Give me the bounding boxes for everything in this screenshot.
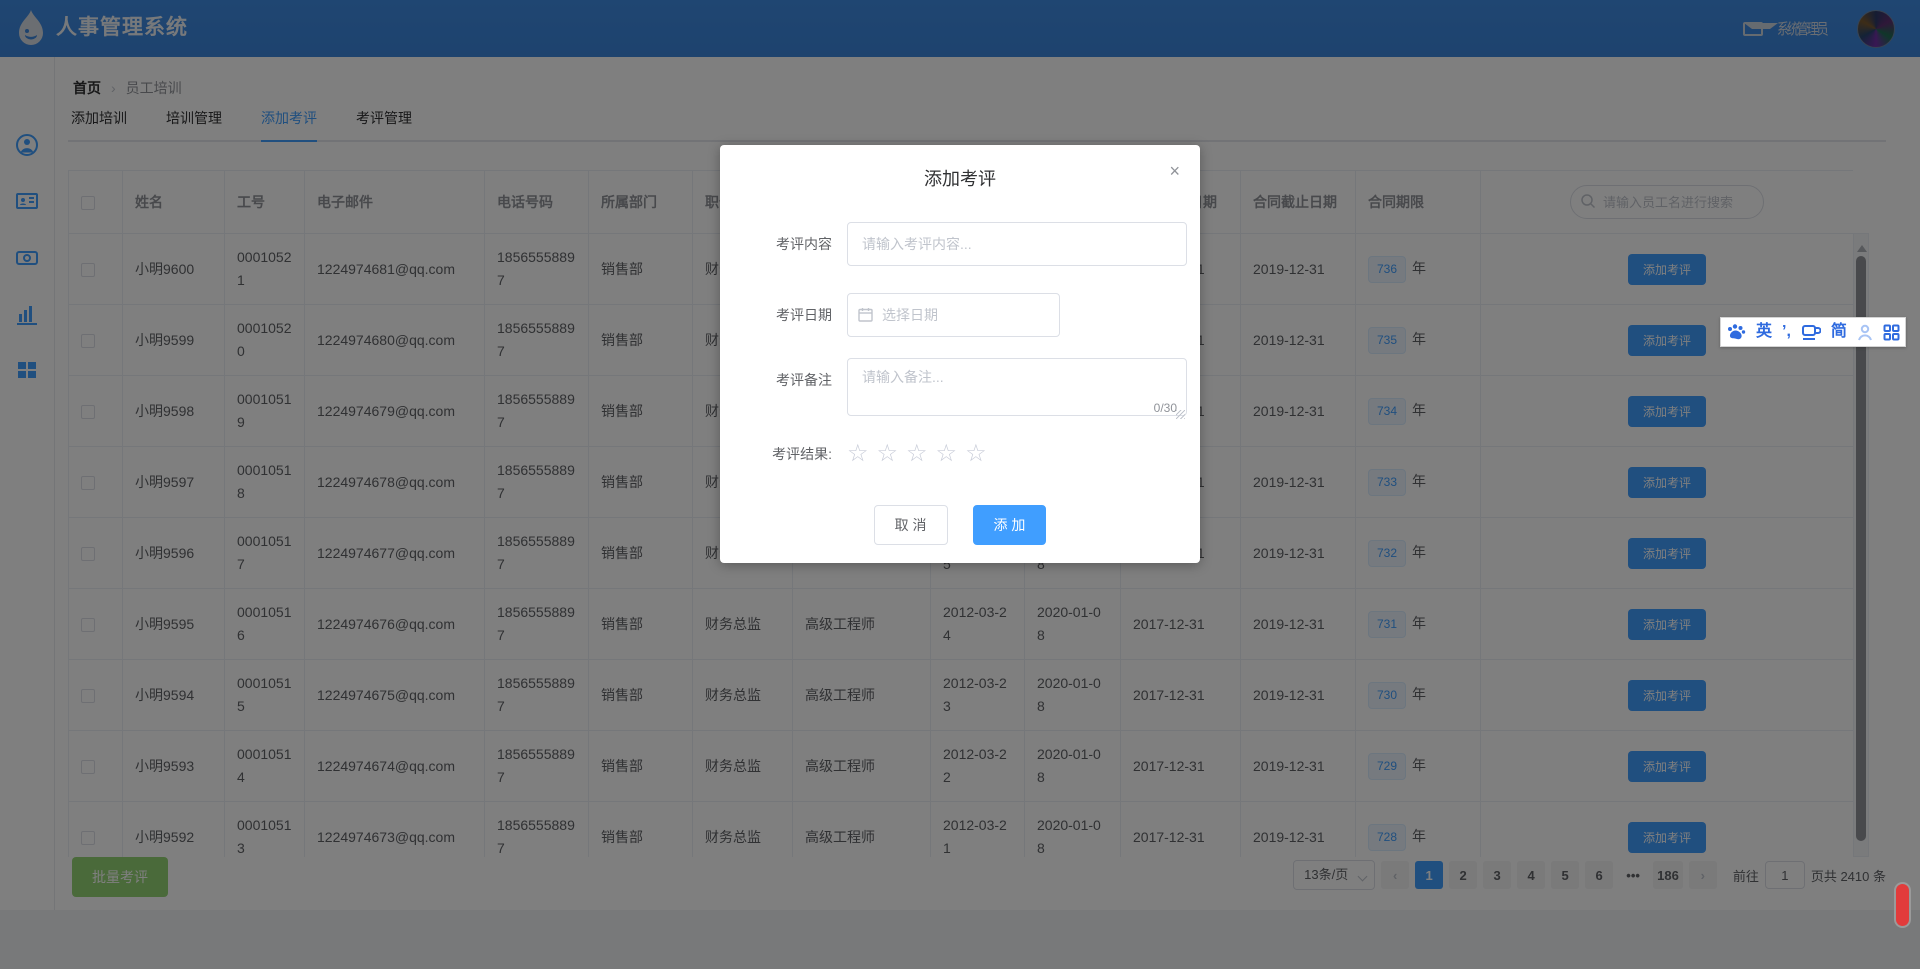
modal-title: 添加考评 [720, 165, 1200, 191]
resize-grip[interactable] [1176, 410, 1185, 419]
review-note-textarea[interactable] [847, 358, 1187, 416]
add-review-modal: 添加考评 × 考评内容 考评日期 考评备注 0/30 考评结果: ☆ ☆ ☆ ☆ ☆ [720, 145, 1200, 563]
star-icon[interactable]: ☆ [965, 441, 987, 467]
review-note-label: 考评备注 [748, 358, 832, 421]
review-content-label: 考评内容 [748, 222, 832, 266]
cancel-button[interactable]: 取 消 [874, 505, 948, 545]
review-result-label: 考评结果: [748, 441, 832, 467]
star-icon[interactable]: ☆ [936, 441, 958, 467]
star-icon[interactable]: ☆ [847, 441, 869, 467]
star-icon[interactable]: ☆ [906, 441, 928, 467]
grid-apps-icon[interactable] [1883, 324, 1900, 341]
calendar-icon [858, 307, 873, 322]
star-rating: ☆ ☆ ☆ ☆ ☆ [847, 441, 987, 467]
review-content-input[interactable] [847, 222, 1187, 266]
quote-mark-button[interactable]: ’, [1782, 324, 1791, 340]
translate-en-button[interactable]: 英 [1756, 324, 1772, 340]
page: 人事管理系统 系统管理员 首页 › 员工培训 添加培训培训管理添加考评考 [0, 0, 1920, 969]
paw-icon[interactable] [1726, 323, 1746, 341]
char-counter: 0/30 [1150, 401, 1177, 415]
close-icon[interactable]: × [1169, 161, 1180, 181]
red-scrollbar-thumb[interactable] [1896, 884, 1909, 926]
review-date-label: 考评日期 [748, 293, 832, 337]
person-icon[interactable] [1857, 324, 1873, 341]
cup-icon[interactable] [1801, 324, 1821, 341]
extension-toolbar: 英 ’, 简 [1720, 317, 1906, 347]
translate-cn-button[interactable]: 简 [1831, 324, 1847, 340]
confirm-add-button[interactable]: 添 加 [973, 505, 1047, 545]
review-date-input[interactable] [847, 293, 1060, 337]
star-icon[interactable]: ☆ [877, 441, 899, 467]
